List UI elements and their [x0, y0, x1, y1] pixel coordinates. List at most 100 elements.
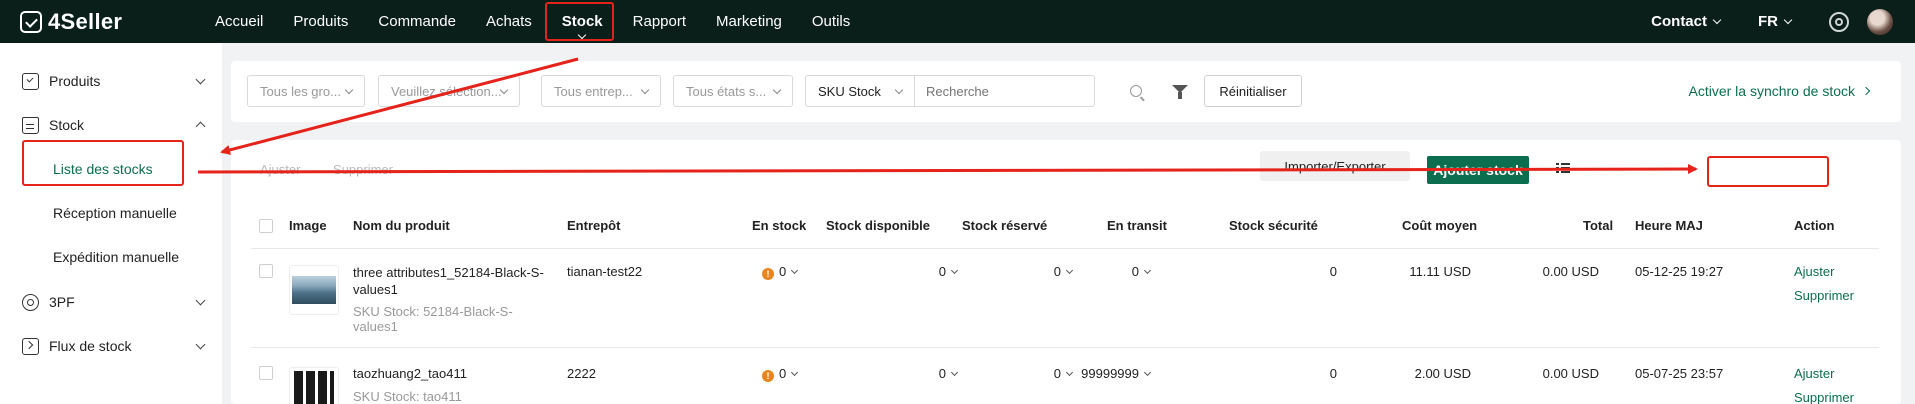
- nav-produits[interactable]: Produits: [278, 0, 363, 43]
- nav-rapport[interactable]: Rapport: [618, 0, 701, 43]
- total-value: 0.00 USD: [1519, 366, 1599, 381]
- nav-commande[interactable]: Commande: [363, 0, 471, 43]
- average-cost-amount: 11.11: [1409, 264, 1440, 279]
- option-select[interactable]: Veuillez sélection...: [378, 75, 520, 107]
- column-settings-icon[interactable]: [1556, 162, 1570, 174]
- language-label: FR: [1758, 13, 1778, 30]
- state-select[interactable]: Tous états s...: [673, 75, 793, 107]
- option-select-value: Veuillez sélection...: [391, 83, 502, 99]
- average-cost-value: 2.00 USD: [1391, 366, 1471, 381]
- nav-outils[interactable]: Outils: [797, 0, 865, 43]
- total-currency: USD: [1571, 264, 1599, 279]
- fulfillment-icon: [22, 293, 39, 311]
- filter-funnel-icon[interactable]: [1172, 85, 1188, 99]
- reserved-value[interactable]: 0: [992, 264, 1074, 279]
- available-number: 0: [938, 264, 946, 279]
- total-currency: USD: [1571, 366, 1599, 381]
- total-amount: 0.00: [1542, 264, 1568, 279]
- available-value[interactable]: 0: [877, 366, 959, 381]
- group-select[interactable]: Tous les gro...: [247, 75, 365, 107]
- warning-icon: !: [762, 268, 774, 280]
- total-value: 0.00 USD: [1519, 264, 1599, 279]
- col-header-image: Image: [289, 218, 327, 233]
- sidebar: Produits Stock Liste des stocks Réceptio…: [0, 43, 222, 404]
- average-cost-amount: 2.00: [1414, 366, 1440, 381]
- import-export-button[interactable]: Importer/Exporter: [1260, 151, 1410, 181]
- chevron-right-icon: [1861, 86, 1871, 96]
- average-cost-currency: USD: [1443, 366, 1471, 381]
- sidebar-item-stock[interactable]: Stock: [22, 115, 206, 135]
- state-select-value: Tous états s...: [686, 83, 767, 99]
- row-adjust-link[interactable]: Ajuster: [1794, 366, 1834, 381]
- avatar[interactable]: [1867, 8, 1893, 35]
- reset-button[interactable]: Réinitialiser: [1204, 75, 1302, 107]
- product-name[interactable]: three attributes1_52184-Black-S-values1: [353, 264, 553, 298]
- sync-link-label: Activer la synchro de stock: [1688, 83, 1855, 99]
- in-stock-value[interactable]: ! 0: [762, 366, 799, 382]
- chevron-down-icon: [894, 85, 904, 95]
- in-transit-value[interactable]: 99999999: [1040, 366, 1152, 381]
- language-menu[interactable]: FR: [1758, 13, 1793, 30]
- col-header-action: Action: [1794, 218, 1835, 233]
- stock-list-panel: Ajuster Supprimer Importer/Exporter Ajou…: [231, 140, 1901, 404]
- bulk-adjust-button[interactable]: Ajuster: [260, 162, 300, 177]
- row-delete-link[interactable]: Supprimer: [1794, 288, 1854, 303]
- warehouse-select[interactable]: Tous entrep...: [541, 75, 661, 107]
- nav-marketing[interactable]: Marketing: [701, 0, 797, 43]
- stock-flow-icon: [22, 337, 39, 355]
- total-amount: 0.00: [1542, 366, 1568, 381]
- in-stock-number: 0: [779, 366, 787, 381]
- chevron-down-icon: [1143, 266, 1152, 275]
- in-transit-number: 99999999: [1081, 366, 1139, 381]
- row-delete-link[interactable]: Supprimer: [1794, 390, 1854, 404]
- nav-achats[interactable]: Achats: [471, 0, 547, 43]
- in-transit-value[interactable]: 0: [1070, 264, 1152, 279]
- updated-time: 05-07-25 23:57: [1635, 366, 1724, 381]
- sidebar-subitem-expedition-manuelle[interactable]: Expédition manuelle: [53, 249, 179, 265]
- chevron-down-icon: [791, 266, 799, 275]
- row-checkbox[interactable]: [259, 366, 273, 380]
- row-adjust-link[interactable]: Ajuster: [1794, 264, 1834, 279]
- chevron-down-icon: [195, 74, 206, 84]
- add-stock-button[interactable]: Ajouter stock: [1427, 156, 1529, 184]
- col-header-in-stock: En stock: [752, 218, 807, 233]
- product-name[interactable]: taozhuang2_tao411: [353, 366, 467, 381]
- chevron-up-icon: [195, 121, 206, 132]
- settings-gear-icon[interactable]: [1829, 11, 1849, 32]
- chevron-down-icon: [791, 368, 799, 377]
- safety-stock-value: 0: [1329, 366, 1337, 381]
- filter-panel: Tous les gro... Veuillez sélection... To…: [231, 61, 1901, 122]
- sidebar-subitem-liste-des-stocks[interactable]: Liste des stocks: [53, 161, 153, 177]
- sku-stock-text: SKU Stock: tao411: [353, 389, 462, 404]
- nav-stock-label: Stock: [561, 13, 603, 30]
- sku-type-select[interactable]: SKU Stock: [805, 75, 915, 107]
- logo-bag-icon: [20, 10, 42, 33]
- chevron-down-icon: [1143, 368, 1152, 377]
- search-input[interactable]: [915, 75, 1095, 107]
- group-select-value: Tous les gro...: [260, 83, 341, 99]
- product-thumbnail[interactable]: [289, 265, 339, 315]
- chevron-down-icon: [1783, 15, 1793, 24]
- col-header-total: Total: [1583, 218, 1614, 233]
- sidebar-item-produits[interactable]: Produits: [22, 71, 206, 91]
- app-logo[interactable]: 4Seller: [20, 9, 200, 35]
- nav-accueil[interactable]: Accueil: [200, 0, 278, 43]
- in-stock-value[interactable]: ! 0: [762, 264, 799, 280]
- search-icon[interactable]: [1130, 85, 1142, 97]
- bulk-delete-button[interactable]: Supprimer: [333, 162, 393, 177]
- available-value[interactable]: 0: [877, 264, 959, 279]
- average-cost-currency: USD: [1443, 264, 1471, 279]
- nav-stock[interactable]: Stock: [547, 0, 618, 43]
- chevron-down-icon: [950, 368, 959, 377]
- chevron-down-icon: [344, 85, 354, 95]
- product-thumbnail[interactable]: [289, 367, 339, 404]
- contact-menu[interactable]: Contact: [1651, 13, 1722, 30]
- sku-stock-text: SKU Stock: 52184-Black-S-values1: [353, 304, 513, 334]
- select-all-checkbox[interactable]: [259, 219, 273, 233]
- activate-stock-sync-link[interactable]: Activer la synchro de stock: [1688, 83, 1871, 99]
- sidebar-item-flux-de-stock[interactable]: Flux de stock: [22, 336, 206, 356]
- sidebar-subitem-reception-manuelle[interactable]: Réception manuelle: [53, 205, 177, 221]
- row-checkbox[interactable]: [259, 264, 273, 278]
- sidebar-item-3pf[interactable]: 3PF: [22, 292, 206, 312]
- safety-stock-value: 0: [1329, 264, 1337, 279]
